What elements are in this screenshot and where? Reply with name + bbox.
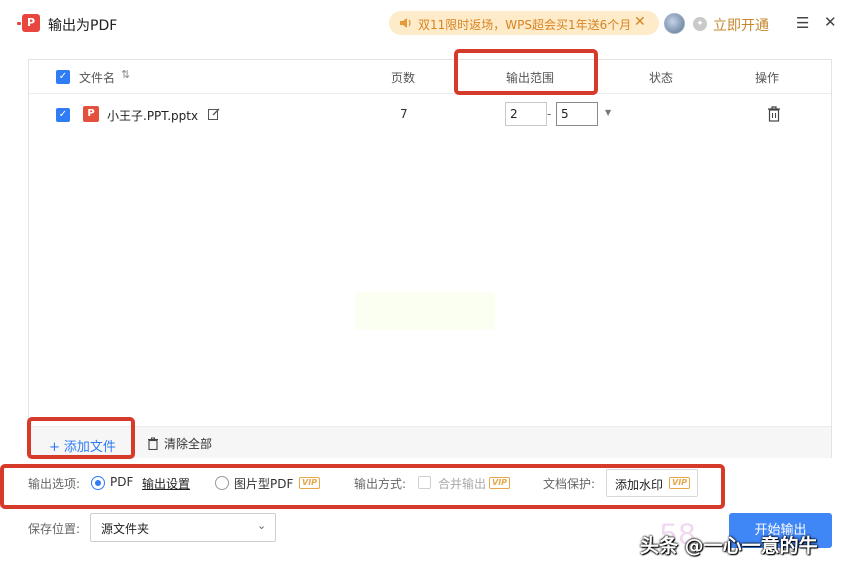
header-actions: 操作 [755, 71, 780, 85]
open-vip-link[interactable]: 立即开通 [713, 15, 769, 35]
table-row: ✓ P 小王子.PPT.pptx 7 2 - 5 ▼ [29, 96, 831, 134]
speaker-icon [400, 18, 411, 28]
promo-close-icon[interactable]: ✕ [634, 14, 646, 30]
header-status: 状态 [649, 71, 674, 85]
header-pages: 页数 [391, 71, 416, 85]
range-to-input[interactable]: 5 [556, 102, 598, 126]
highlight-add-file [27, 417, 135, 459]
save-location-value: 源文件夹 [101, 522, 150, 536]
sort-icon[interactable]: ⇅ [121, 68, 130, 81]
highlight-range-header [454, 49, 598, 95]
clear-all-label: 清除全部 [164, 437, 213, 451]
vip-badge-icon: ✦ [693, 17, 707, 31]
highlight-output-options [0, 464, 725, 509]
close-icon[interactable]: ✕ [824, 13, 837, 31]
title-bar: P 输出为PDF 双11限时返场，WPS超会买1年送6个月 ✕ ✦ 立即开通 ☰… [0, 0, 858, 46]
clear-all-button[interactable]: 清除全部 [147, 435, 212, 452]
table-header: ✓ 文件名 ⇅ 页数 输出范围 状态 操作 [29, 60, 831, 94]
table-footer: + 添加文件 清除全部 [29, 426, 831, 458]
source-watermark: 头条 @一心一意的牛 [640, 535, 818, 557]
page-count: 7 [400, 107, 408, 121]
range-dropdown-icon[interactable]: ▼ [605, 108, 611, 117]
edit-icon[interactable] [208, 108, 220, 120]
file-name: 小王子.PPT.pptx [107, 109, 199, 123]
select-all-checkbox[interactable]: ✓ [56, 70, 70, 84]
app-logo-accent [17, 22, 21, 25]
save-location-label: 保存位置: [28, 522, 81, 536]
header-filename[interactable]: 文件名 [79, 69, 115, 86]
pdf-app-icon: P [22, 14, 40, 32]
trash-icon[interactable] [767, 106, 781, 122]
ppt-file-icon: P [83, 106, 99, 122]
range-separator: - [547, 107, 552, 121]
save-location-select[interactable]: 源文件夹 ⌄ [90, 513, 276, 542]
promo-banner[interactable]: 双11限时返场，WPS超会买1年送6个月 ✕ [389, 11, 659, 35]
hamburger-icon[interactable]: ☰ [796, 14, 809, 32]
range-from-input[interactable]: 2 [505, 102, 547, 126]
row-checkbox[interactable]: ✓ [56, 108, 70, 122]
avatar[interactable] [664, 13, 685, 34]
trash-icon [148, 437, 158, 450]
file-table: ✓ 文件名 ⇅ 页数 输出范围 状态 操作 ✓ P 小王子.PPT.pptx 7… [28, 59, 832, 458]
chevron-down-icon: ⌄ [257, 519, 267, 532]
promo-text[interactable]: 双11限时返场，WPS超会买1年送6个月 [418, 16, 631, 33]
window-title: 输出为PDF [48, 18, 118, 34]
faint-background-mark [355, 292, 495, 330]
